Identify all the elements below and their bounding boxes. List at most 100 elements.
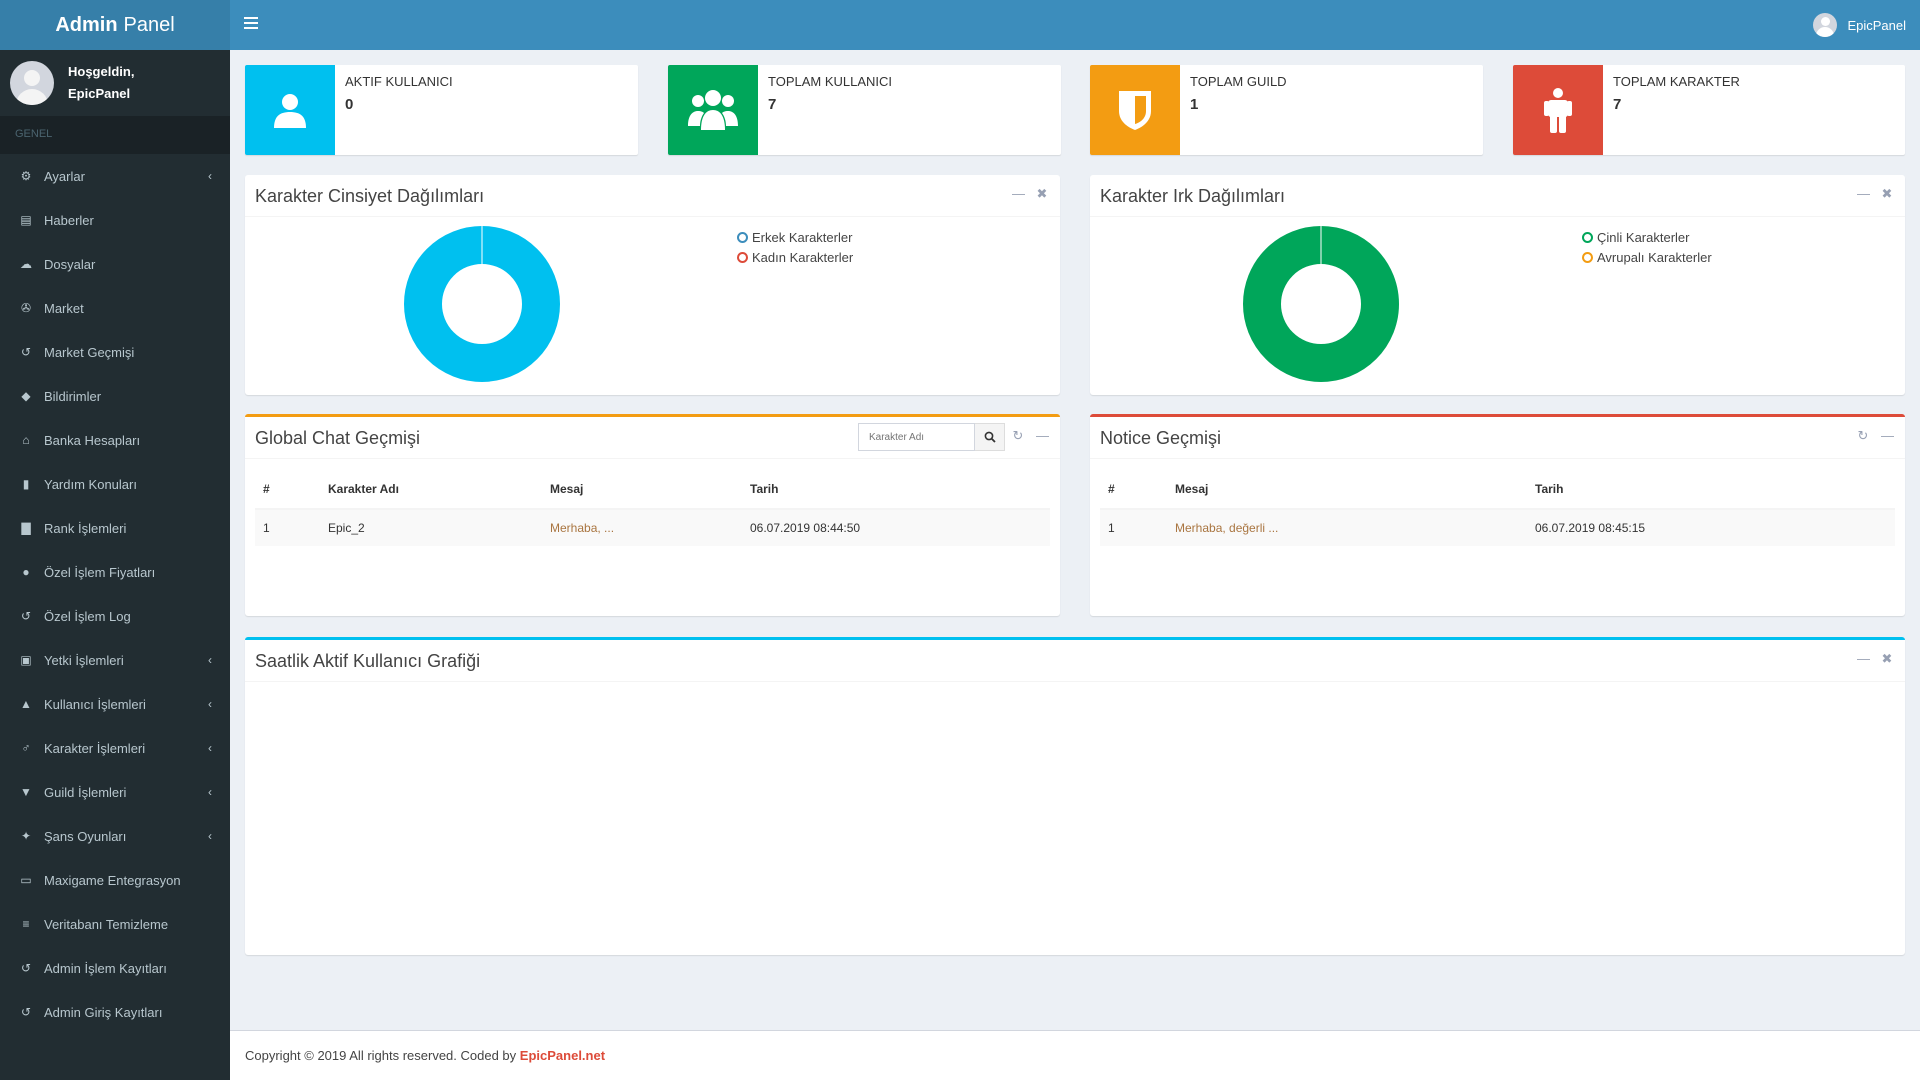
gender-distribution-box: Karakter Cinsiyet Dağılımları — ✖ Erkek … [245,175,1060,395]
logo[interactable]: Admin Panel [0,0,230,50]
close-icon[interactable]: ✖ [1881,187,1893,201]
notice-table: # Mesaj Tarih 1 Merhaba, değerli ... 06.… [1100,469,1895,546]
character-search-input[interactable] [858,423,975,451]
row-number: 1 [1100,509,1167,546]
chart-legend: Çinli Karakterler Avrupalı Karakterler [1582,227,1712,267]
chevron-left-icon: ‹ [208,169,212,183]
race-donut-chart [1243,226,1399,382]
sidebar-item[interactable]: ↺ Market Geçmişi [0,330,230,374]
logo-light: Panel [123,13,175,36]
bar-chart-icon: ▇ [21,521,31,535]
legend-label: Avrupalı Karakterler [1597,249,1712,265]
message-link[interactable]: Merhaba, değerli ... [1167,509,1527,546]
sidebar-item[interactable]: ▲ Kullanıcı İşlemleri ‹ [0,682,230,726]
chevron-left-icon: ‹ [208,653,212,667]
shield-icon [1090,65,1180,155]
puzzle-icon: ✦ [20,829,32,843]
user-name: EpicPanel [1847,17,1906,33]
sidebar-item[interactable]: ▣ Yetki İşlemleri ‹ [0,638,230,682]
close-icon[interactable]: ✖ [1036,187,1048,201]
chat-table: # Karakter Adı Mesaj Tarih 1 Epic_2 Merh… [255,469,1050,546]
newspaper-icon: ▤ [20,213,32,227]
message-date: 06.07.2019 08:45:15 [1527,509,1895,546]
sidebar-item[interactable]: ▮ Yardım Konuları [0,462,230,506]
minus-icon[interactable]: — [1881,429,1894,443]
column-header: Tarih [742,469,1050,510]
minus-icon[interactable]: — [1857,187,1870,201]
refresh-icon[interactable]: ↻ [1012,429,1024,443]
legend-item: Kadın Karakterler [737,247,853,267]
legend-label: Erkek Karakterler [752,229,853,245]
minus-icon[interactable]: — [1012,187,1025,201]
sidebar-item-label: Dosyalar [44,256,96,272]
male-icon [1513,65,1603,155]
column-header: Tarih [1527,469,1895,510]
stat-value: 7 [768,96,777,113]
male-icon: ♂ [21,741,31,755]
cloud-download-icon: ☁ [20,257,32,271]
sidebar-item[interactable]: ✇ Market [0,286,230,330]
box-title: Notice Geçmişi [1100,428,1222,448]
message-link[interactable]: Merhaba, ... [542,509,742,546]
users-icon [668,65,758,155]
character-search [858,423,1005,451]
sidebar-item-label: Admin İşlem Kayıtları [44,960,167,976]
sidebar-item[interactable]: ✦ Şans Oyunları ‹ [0,814,230,858]
stat-label: TOPLAM GUILD [1190,74,1287,89]
sidebar-item-label: Rank İşlemleri [44,520,127,536]
history-icon: ↺ [20,1005,32,1019]
sidebar-item[interactable]: ◆ Bildirimler [0,374,230,418]
sidebar-item[interactable]: ▇ Rank İşlemleri [0,506,230,550]
legend-label: Çinli Karakterler [1597,229,1690,245]
box-title: Saatlik Aktif Kullanıcı Grafiği [255,651,481,671]
sidebar-item[interactable]: ↺ Özel İşlem Log [0,594,230,638]
minus-icon[interactable]: — [1036,429,1049,443]
avatar [10,61,54,105]
legend-item: Avrupalı Karakterler [1582,247,1712,267]
sidebar-item[interactable]: ↺ Admin İşlem Kayıtları [0,946,230,990]
character-name: Epic_2 [320,509,542,546]
sidebar-item[interactable]: ☁ Dosyalar [0,242,230,286]
user-icon: ▲ [20,697,32,711]
sidebar-item[interactable]: ▭ Maxigame Entegrasyon [0,858,230,902]
footer-link[interactable]: EpicPanel.net [520,1048,605,1063]
sidebar-item-label: Özel İşlem Log [44,608,131,624]
sidebar-item-label: Banka Hesapları [44,432,141,448]
main-content: AKTIF KULLANICI 0 TOPLAM KULLANICI 7 TOP… [230,50,1920,1030]
refresh-icon[interactable]: ↻ [1857,429,1869,443]
chevron-left-icon: ‹ [208,741,212,755]
sidebar-item[interactable]: ▤ Haberler [0,198,230,242]
sidebar-item[interactable]: ⌂ Banka Hesapları [0,418,230,462]
stat-label: AKTIF KULLANICI [345,74,453,89]
top-navbar: EpicPanel [230,0,1920,50]
sidebar-item[interactable]: ▼ Guild İşlemleri ‹ [0,770,230,814]
sidebar-item-label: Yardım Konuları [44,476,137,492]
sidebar-item[interactable]: ⚙ Ayarlar ‹ [0,154,230,198]
sidebar-item[interactable]: ♂ Karakter İşlemleri ‹ [0,726,230,770]
sidebar-item-label: Guild İşlemleri [44,784,127,800]
sidebar-item[interactable]: ● Özel İşlem Fiyatları [0,550,230,594]
sidebar-item[interactable]: ↺ Admin Giriş Kayıtları [0,990,230,1034]
close-icon[interactable]: ✖ [1881,652,1893,666]
bank-icon: ⌂ [22,433,30,447]
legend-item: Erkek Karakterler [737,227,853,247]
stat-total-characters: TOPLAM KARAKTER 7 [1513,65,1905,155]
cogs-icon: ⚙ [20,169,32,183]
sidebar-toggle-icon[interactable] [244,17,258,29]
sidebar: Admin Panel Hoşgeldin, EpicPanel GENEL ⚙… [0,0,230,1080]
sidebar-item-label: Haberler [44,212,94,228]
sidebar-item-label: Admin Giriş Kayıtları [44,1004,163,1020]
message-date: 06.07.2019 08:44:50 [742,509,1050,546]
user-icon [245,65,335,155]
stat-active-users: AKTIF KULLANICI 0 [245,65,638,155]
history-icon: ↺ [20,345,32,359]
user-menu[interactable]: EpicPanel [1813,13,1906,37]
stat-value: 1 [1190,96,1199,113]
chevron-left-icon: ‹ [208,829,212,843]
sidebar-item-label: Ayarlar [44,168,85,184]
shield-icon: ▼ [20,785,32,799]
minus-icon[interactable]: — [1857,652,1870,666]
sidebar-item[interactable]: ≡ Veritabanı Temizleme [0,902,230,946]
stat-value: 7 [1613,96,1622,113]
column-header: # [255,469,320,510]
